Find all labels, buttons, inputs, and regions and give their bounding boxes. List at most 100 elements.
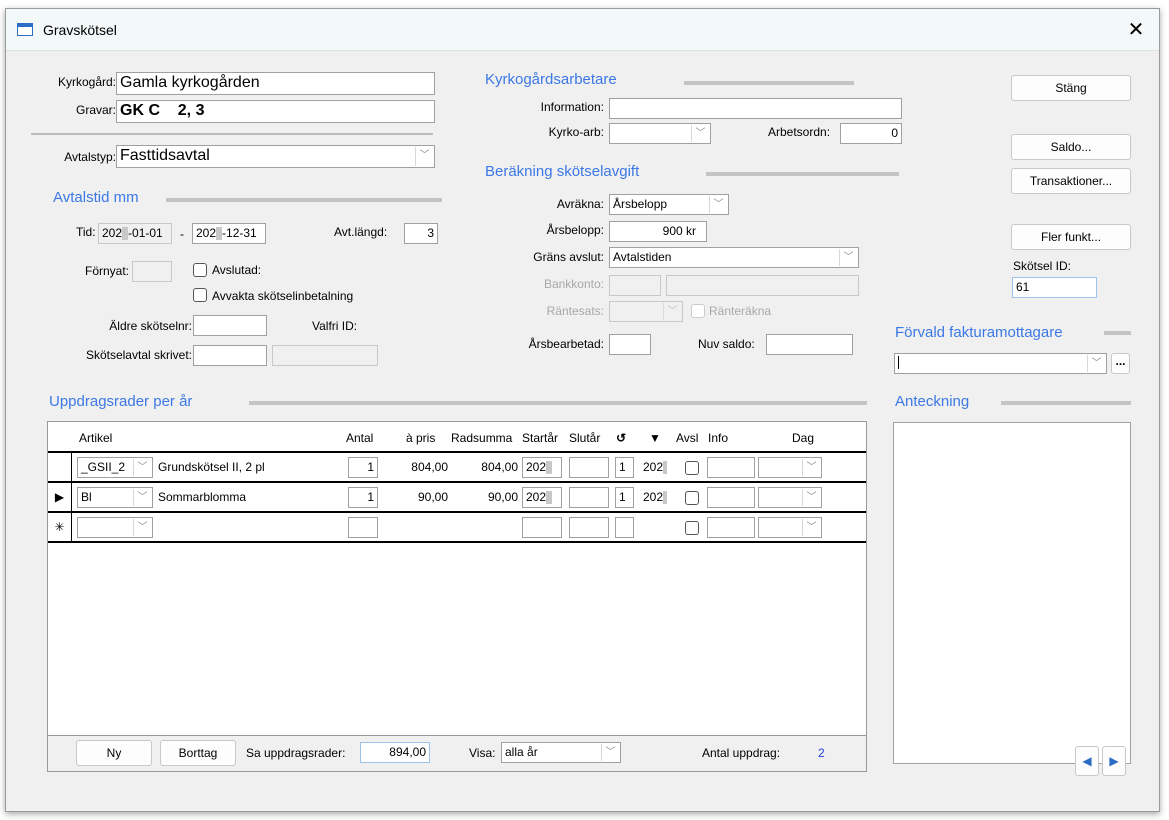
artikel-select[interactable]: Bl ﹀: [77, 487, 153, 508]
antal-field[interactable]: 1: [348, 457, 378, 478]
new-row[interactable]: ✳ ﹀ ﹀: [48, 513, 866, 543]
grans-select[interactable]: Avtalstiden ﹀: [609, 247, 859, 268]
chevron-down-icon[interactable]: ﹀: [133, 459, 151, 476]
slutar-field[interactable]: [569, 517, 609, 538]
avtalstid-heading: Avtalstid mm: [53, 189, 139, 206]
kyrkogard-field[interactable]: Gamla kyrkogården: [116, 72, 435, 95]
close-icon[interactable]: ✕: [1123, 17, 1149, 43]
dag-select[interactable]: ﹀: [758, 457, 822, 478]
valfri-id-label: Valfri ID:: [312, 319, 358, 333]
anteckning-textarea[interactable]: [893, 422, 1131, 764]
chevron-down-icon[interactable]: ﹀: [839, 249, 857, 266]
kyrkoarb-select[interactable]: ﹀: [609, 123, 711, 144]
radsumma-value: 90,00: [487, 490, 518, 504]
skotsel-id-label: Skötsel ID:: [1013, 259, 1072, 273]
slutar-field[interactable]: [569, 487, 609, 508]
table-row[interactable]: ▶ Bl ﹀ Sommarblomma 1 90,00 90,00 202 1 2…: [48, 483, 866, 513]
gravar-field[interactable]: GK C 2, 3: [116, 100, 435, 123]
avrakna-select[interactable]: Årsbelopp ﹀: [609, 194, 729, 215]
grid-header: Artikel Antal à pris Radsumma Startår Sl…: [48, 422, 866, 453]
nuvsaldo-field[interactable]: [766, 334, 853, 355]
skotsel-id-field[interactable]: 61: [1012, 277, 1097, 298]
section-bar: [1001, 401, 1131, 405]
chevron-down-icon[interactable]: ﹀: [133, 489, 151, 506]
col-antal: Antal: [346, 431, 374, 445]
slutar-field[interactable]: [569, 457, 609, 478]
saldo-button[interactable]: Saldo...: [1011, 134, 1131, 160]
chevron-down-icon[interactable]: ﹀: [802, 489, 820, 506]
information-field[interactable]: [609, 98, 902, 119]
fornyat-label: Förnyat:: [85, 264, 130, 278]
summa-field: 894,00: [360, 742, 430, 763]
arsbelopp-field[interactable]: 900 kr: [609, 221, 707, 242]
startar-field[interactable]: [522, 517, 562, 538]
arbetsordn-field[interactable]: 0: [840, 123, 902, 144]
col-startar: Startår: [522, 431, 559, 445]
chevron-down-icon[interactable]: ﹀: [802, 519, 820, 536]
current-record-indicator[interactable]: ▶: [48, 483, 72, 511]
antal-field[interactable]: [348, 517, 378, 538]
transaktioner-button[interactable]: Transaktioner...: [1011, 168, 1131, 194]
info-field[interactable]: [707, 457, 755, 478]
startar-field[interactable]: 202: [522, 457, 562, 478]
apris-value: 804,00: [411, 460, 448, 474]
artikel-select[interactable]: ﹀: [77, 517, 153, 538]
redacted-digit: [546, 461, 553, 475]
avsl-checkbox[interactable]: [685, 521, 699, 535]
avvakta-checkbox[interactable]: [193, 288, 207, 302]
chevron-down-icon[interactable]: ﹀: [709, 196, 727, 213]
dag-select[interactable]: ﹀: [758, 517, 822, 538]
skrivet-field[interactable]: [193, 345, 267, 366]
avtalstyp-select[interactable]: Fasttidsavtal ﹀: [116, 145, 435, 168]
borttag-button[interactable]: Borttag: [160, 740, 236, 766]
prev-icon[interactable]: ◀: [1075, 746, 1099, 776]
avsl-checkbox[interactable]: [685, 461, 699, 475]
artikel-select[interactable]: _GSII_2 ﹀: [77, 457, 153, 478]
ny-button[interactable]: Ny: [76, 740, 152, 766]
chevron-down-icon: ﹀: [663, 303, 681, 320]
more-button[interactable]: ...: [1111, 353, 1130, 374]
startar-field[interactable]: 202: [522, 487, 562, 508]
stang-button[interactable]: Stäng: [1011, 75, 1131, 101]
chevron-down-icon[interactable]: ﹀: [415, 147, 433, 166]
arbetare-heading: Kyrkogårdsarbetare: [485, 71, 617, 88]
summa-label: Sa uppdragsrader:: [246, 746, 346, 760]
chevron-down-icon[interactable]: ﹀: [802, 459, 820, 476]
dag-select[interactable]: ﹀: [758, 487, 822, 508]
avslutad-checkbox[interactable]: [193, 263, 207, 277]
year-prefix: 202: [526, 490, 547, 504]
next-icon[interactable]: ▶: [1102, 746, 1126, 776]
interval-field[interactable]: [615, 517, 634, 538]
aldre-field[interactable]: [193, 315, 267, 336]
chevron-down-icon[interactable]: ﹀: [1087, 355, 1105, 372]
faktura-heading: Förvald fakturamottagare: [895, 324, 1063, 341]
rantrakna-label: Ränteräkna: [709, 304, 772, 318]
avsl-checkbox[interactable]: [685, 491, 699, 505]
chevron-down-icon[interactable]: ﹀: [601, 744, 619, 761]
avt-langd-label: Avt.längd:: [334, 225, 388, 239]
fakturamottagare-select[interactable]: ﹀: [894, 353, 1107, 374]
table-row[interactable]: _GSII_2 ﹀ Grundskötsel II, 2 pl 1 804,00 …: [48, 453, 866, 483]
arsbearbetad-field[interactable]: [609, 334, 651, 355]
tid-from-field[interactable]: 202 -01-01: [98, 223, 172, 244]
fler-funkt-button[interactable]: Fler funkt...: [1011, 224, 1131, 250]
interval-field[interactable]: 1: [615, 457, 634, 478]
visa-select[interactable]: alla år ﹀: [501, 742, 621, 763]
subform-footer: Ny Borttag Sa uppdragsrader: 894,00 Visa…: [48, 735, 866, 771]
record-selector[interactable]: [48, 453, 72, 481]
tid-to-field[interactable]: 202 -12-31: [192, 223, 266, 244]
arbetsordn-label: Arbetsordn:: [768, 125, 831, 139]
antal-field[interactable]: 1: [348, 487, 378, 508]
avt-langd-field[interactable]: 3: [404, 223, 438, 244]
artikel-name: Grundskötsel II, 2 pl: [158, 460, 265, 474]
col-slutar: Slutår: [569, 431, 601, 445]
info-field[interactable]: [707, 517, 755, 538]
bankkonto-number: [666, 275, 859, 296]
info-field[interactable]: [707, 487, 755, 508]
sort-down-icon[interactable]: ▼: [649, 431, 661, 445]
kyrkogard-label: Kyrkogård:: [57, 75, 116, 89]
interval-field[interactable]: 1: [615, 487, 634, 508]
chevron-down-icon[interactable]: ﹀: [133, 519, 151, 536]
repeat-icon: ↺: [616, 431, 627, 445]
chevron-down-icon[interactable]: ﹀: [691, 125, 709, 142]
